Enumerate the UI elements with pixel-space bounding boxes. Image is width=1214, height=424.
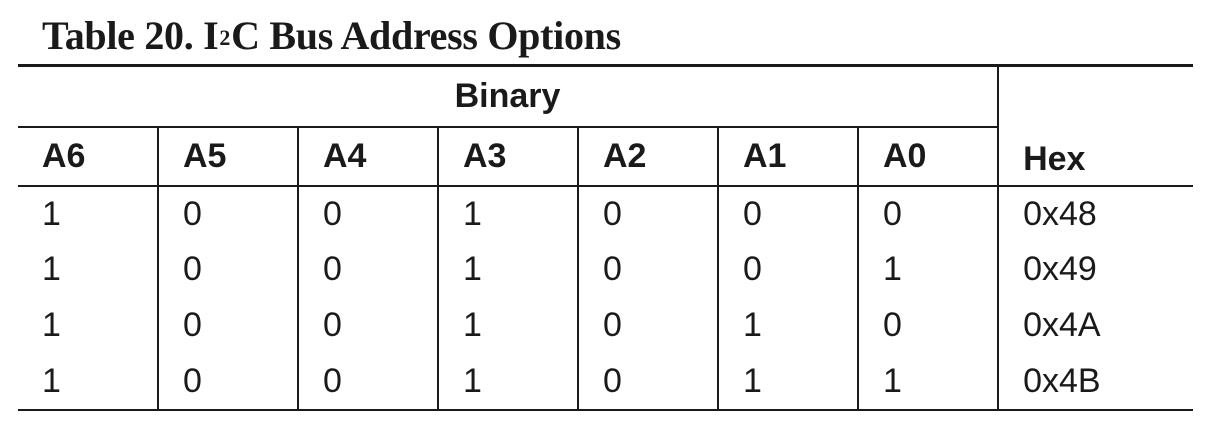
group-header-row: Binary Hex	[18, 64, 1194, 187]
table-caption: Table 20. I2C Bus Address Options	[42, 8, 621, 64]
hex-cell: 0x4B	[997, 353, 1194, 411]
bit-cell: 0	[297, 297, 438, 354]
column-header-a2: A2	[577, 126, 718, 187]
address-options-table: Binary Hex A6 A5 A4 A3 A2 A1 A0 1 0 0 1 …	[18, 64, 1194, 411]
table-row: 1 0 0 1 0 0 1 0x49	[18, 241, 1194, 298]
hex-cell: 0x48	[997, 185, 1194, 242]
bit-cell: 0	[577, 185, 718, 242]
bit-cell: 1	[18, 353, 158, 411]
bit-cell: 1	[42, 250, 61, 288]
bit-cell: 0	[856, 297, 999, 354]
column-header-a4: A4	[297, 126, 438, 187]
hex-column-header: Hex	[997, 64, 1194, 187]
bit-cell: 0	[157, 297, 298, 354]
column-header-a5: A5	[157, 126, 298, 187]
caption-prefix: Table 20. I	[42, 13, 219, 58]
bit-cell: 1	[856, 241, 999, 298]
column-header-a3: A3	[437, 126, 578, 187]
caption-suffix: C Bus Address Options	[231, 13, 621, 58]
bit-cell: 0	[297, 353, 438, 411]
bit-cell: 0	[717, 185, 858, 242]
bit-cell: 0	[577, 353, 718, 411]
bit-cell: 0	[856, 185, 999, 242]
bit-cell: 0	[297, 241, 438, 298]
bit-cell: 1	[856, 353, 999, 411]
column-header-a6: A6	[18, 126, 158, 187]
bit-cell: 1	[717, 297, 858, 354]
hex-cell: 0x4A	[997, 297, 1194, 354]
bit-cell: 1	[42, 194, 61, 233]
bit-cell: 0	[157, 185, 298, 242]
bit-cell: 1	[42, 306, 61, 344]
table-row: 1 0 0 1 0 1 1 0x4B	[18, 353, 1194, 411]
table-row: 1 0 0 1 0 1 0 0x4A	[18, 297, 1194, 354]
bit-cell: 0	[577, 297, 718, 354]
bit-cell: 1	[717, 353, 858, 411]
column-header-a0: A0	[856, 126, 999, 187]
binary-group-header: Binary	[18, 64, 999, 128]
bit-cell: 0	[717, 241, 858, 298]
bit-cell: 1	[437, 297, 578, 354]
table-row: 1 0 0 1 0 0 0 0x48	[18, 185, 1194, 242]
bit-cell: 0	[157, 353, 298, 411]
bit-cell: 0	[577, 241, 718, 298]
bit-cell: 0	[157, 241, 298, 298]
hex-cell: 0x49	[997, 241, 1194, 298]
column-header-a1: A1	[717, 126, 858, 187]
bit-cell: 1	[437, 241, 578, 298]
bit-cell: 1	[437, 185, 578, 242]
bit-cell: 0	[297, 185, 438, 242]
caption-superscript: 2	[219, 25, 231, 50]
bit-cell: 1	[437, 353, 578, 411]
